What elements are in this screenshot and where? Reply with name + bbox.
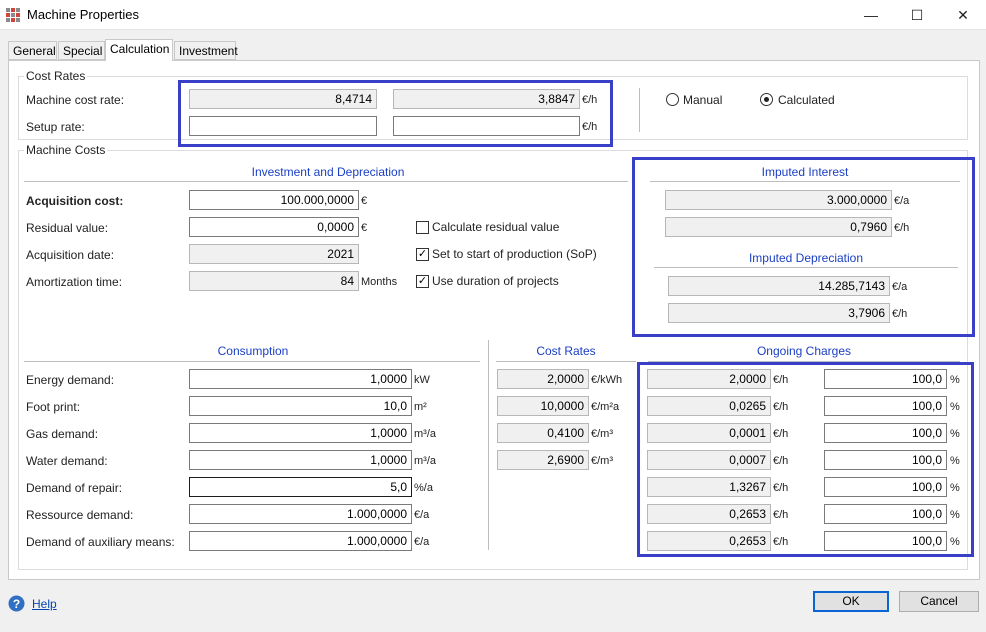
energy-demand-unit: kW bbox=[414, 374, 430, 386]
water-rate-field[interactable]: 2,6900 bbox=[497, 450, 589, 470]
foot-print-rate-field[interactable]: 10,0000 bbox=[497, 396, 589, 416]
investment-header-line bbox=[24, 181, 628, 182]
set-start-production-checkbox[interactable]: ✓ bbox=[416, 248, 429, 261]
svg-text:?: ? bbox=[13, 597, 20, 611]
help-link[interactable]: Help bbox=[32, 597, 57, 611]
ressource-demand-field[interactable]: 1.000,0000 bbox=[189, 504, 412, 524]
amortization-time-label: Amortization time: bbox=[26, 275, 123, 289]
machine-app-icon bbox=[6, 8, 20, 22]
machine-costs-group-title: Machine Costs bbox=[24, 143, 108, 157]
residual-value-unit: € bbox=[361, 222, 368, 234]
imputed-costs-highlight bbox=[632, 157, 975, 337]
calculated-radio-label[interactable]: Calculated bbox=[778, 93, 835, 107]
use-duration-checkbox[interactable]: ✓ bbox=[416, 275, 429, 288]
manual-radio[interactable] bbox=[666, 93, 679, 106]
tab-general[interactable]: General bbox=[8, 41, 57, 60]
ongoing-charges-highlight bbox=[637, 362, 974, 557]
repair-demand-unit: %/a bbox=[414, 482, 433, 494]
ok-button[interactable]: OK bbox=[813, 591, 889, 612]
maximize-button[interactable]: ☐ bbox=[894, 0, 940, 30]
consumption-header-line bbox=[24, 361, 480, 362]
energy-rate-unit: €/kWh bbox=[591, 374, 623, 386]
tab-investment[interactable]: Investment bbox=[174, 41, 238, 60]
calculate-residual-label[interactable]: Calculate residual value bbox=[432, 220, 559, 234]
cost-rates-divider bbox=[639, 88, 640, 132]
title-bar: Machine Properties — ☐ ✕ bbox=[0, 0, 986, 30]
acquisition-cost-field[interactable]: 100.000,0000 bbox=[189, 190, 359, 210]
gas-rate-unit: €/m³ bbox=[591, 428, 613, 440]
gas-demand-field[interactable]: 1,0000 bbox=[189, 423, 412, 443]
acquisition-cost-unit: € bbox=[361, 195, 368, 207]
calculated-radio[interactable] bbox=[760, 93, 773, 106]
energy-demand-field[interactable]: 1,0000 bbox=[189, 369, 412, 389]
acquisition-date-label: Acquisition date: bbox=[26, 248, 115, 262]
consumption-header: Consumption bbox=[217, 344, 289, 358]
energy-demand-label: Energy demand: bbox=[26, 373, 115, 387]
energy-rate-field[interactable]: 2,0000 bbox=[497, 369, 589, 389]
close-button[interactable]: ✕ bbox=[940, 0, 986, 30]
foot-print-unit: m² bbox=[414, 401, 427, 413]
cost-rates-highlight bbox=[178, 80, 613, 147]
set-start-production-label[interactable]: Set to start of production (SoP) bbox=[432, 247, 597, 261]
tab-special[interactable]: Special bbox=[58, 41, 105, 60]
calculate-residual-checkbox[interactable] bbox=[416, 221, 429, 234]
manual-radio-label[interactable]: Manual bbox=[683, 93, 722, 107]
foot-print-field[interactable]: 10,0 bbox=[189, 396, 412, 416]
auxiliary-demand-label: Demand of auxiliary means: bbox=[26, 535, 175, 549]
auxiliary-demand-unit: €/a bbox=[414, 536, 430, 548]
investment-depreciation-header: Investment and Depreciation bbox=[251, 165, 405, 179]
acquisition-cost-label: Acquisition cost: bbox=[26, 194, 124, 208]
acquisition-date-field[interactable]: 2021 bbox=[189, 244, 359, 264]
cancel-button[interactable]: Cancel bbox=[899, 591, 979, 612]
ressource-demand-unit: €/a bbox=[414, 509, 430, 521]
residual-value-field[interactable]: 0,0000 bbox=[189, 217, 359, 237]
amortization-time-field[interactable]: 84 bbox=[189, 271, 359, 291]
help-question-icon[interactable]: ? bbox=[8, 595, 25, 612]
gas-rate-field[interactable]: 0,4100 bbox=[497, 423, 589, 443]
water-demand-unit: m³/a bbox=[414, 455, 436, 467]
ongoing-charges-header: Ongoing Charges bbox=[756, 344, 852, 358]
auxiliary-demand-field[interactable]: 1.000,0000 bbox=[189, 531, 412, 551]
setup-rate-label: Setup rate: bbox=[26, 120, 85, 134]
window-title: Machine Properties bbox=[27, 7, 139, 22]
water-rate-unit: €/m³ bbox=[591, 455, 613, 467]
cost-rates-group-title: Cost Rates bbox=[24, 69, 88, 83]
cost-rates-column-header: Cost Rates bbox=[536, 344, 596, 358]
machine-cost-rate-label: Machine cost rate: bbox=[26, 93, 125, 107]
gas-demand-label: Gas demand: bbox=[26, 427, 99, 441]
consumption-divider bbox=[488, 340, 489, 550]
cost-rates-column-line bbox=[496, 361, 636, 362]
residual-value-label: Residual value: bbox=[26, 221, 109, 235]
ressource-demand-label: Ressource demand: bbox=[26, 508, 134, 522]
foot-print-label: Foot print: bbox=[26, 400, 81, 414]
repair-demand-field[interactable]: 5,0 bbox=[189, 477, 412, 497]
use-duration-label[interactable]: Use duration of projects bbox=[432, 274, 559, 288]
tab-calculation[interactable]: Calculation bbox=[105, 39, 173, 61]
water-demand-field[interactable]: 1,0000 bbox=[189, 450, 412, 470]
minimize-button[interactable]: — bbox=[848, 0, 894, 30]
repair-demand-label: Demand of repair: bbox=[26, 481, 123, 495]
gas-demand-unit: m³/a bbox=[414, 428, 436, 440]
radio-selected-dot bbox=[764, 97, 769, 102]
foot-print-rate-unit: €/m²a bbox=[591, 401, 620, 413]
amortization-time-unit: Months bbox=[361, 276, 398, 288]
water-demand-label: Water demand: bbox=[26, 454, 108, 468]
